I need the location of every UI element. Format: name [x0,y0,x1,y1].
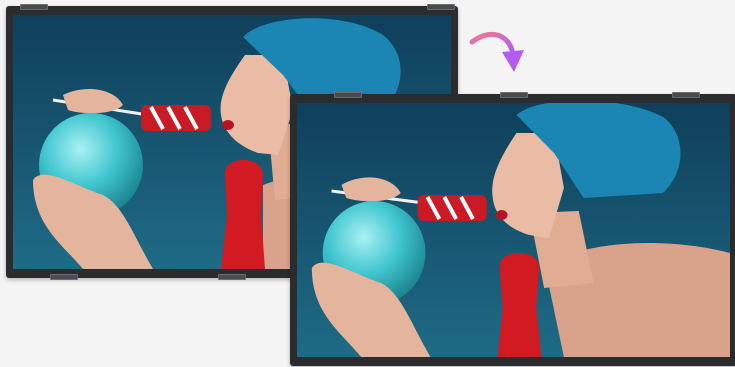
mount-clip [500,92,528,98]
mount-clip [427,4,455,10]
mount-clip [50,274,78,280]
monitor-front [290,92,735,366]
mount-clip [218,274,246,280]
rotate-arrow-icon [469,32,524,72]
mount-clip [672,92,700,98]
mount-clip [20,4,48,10]
mount-clip [334,92,362,98]
display-image [297,103,730,357]
